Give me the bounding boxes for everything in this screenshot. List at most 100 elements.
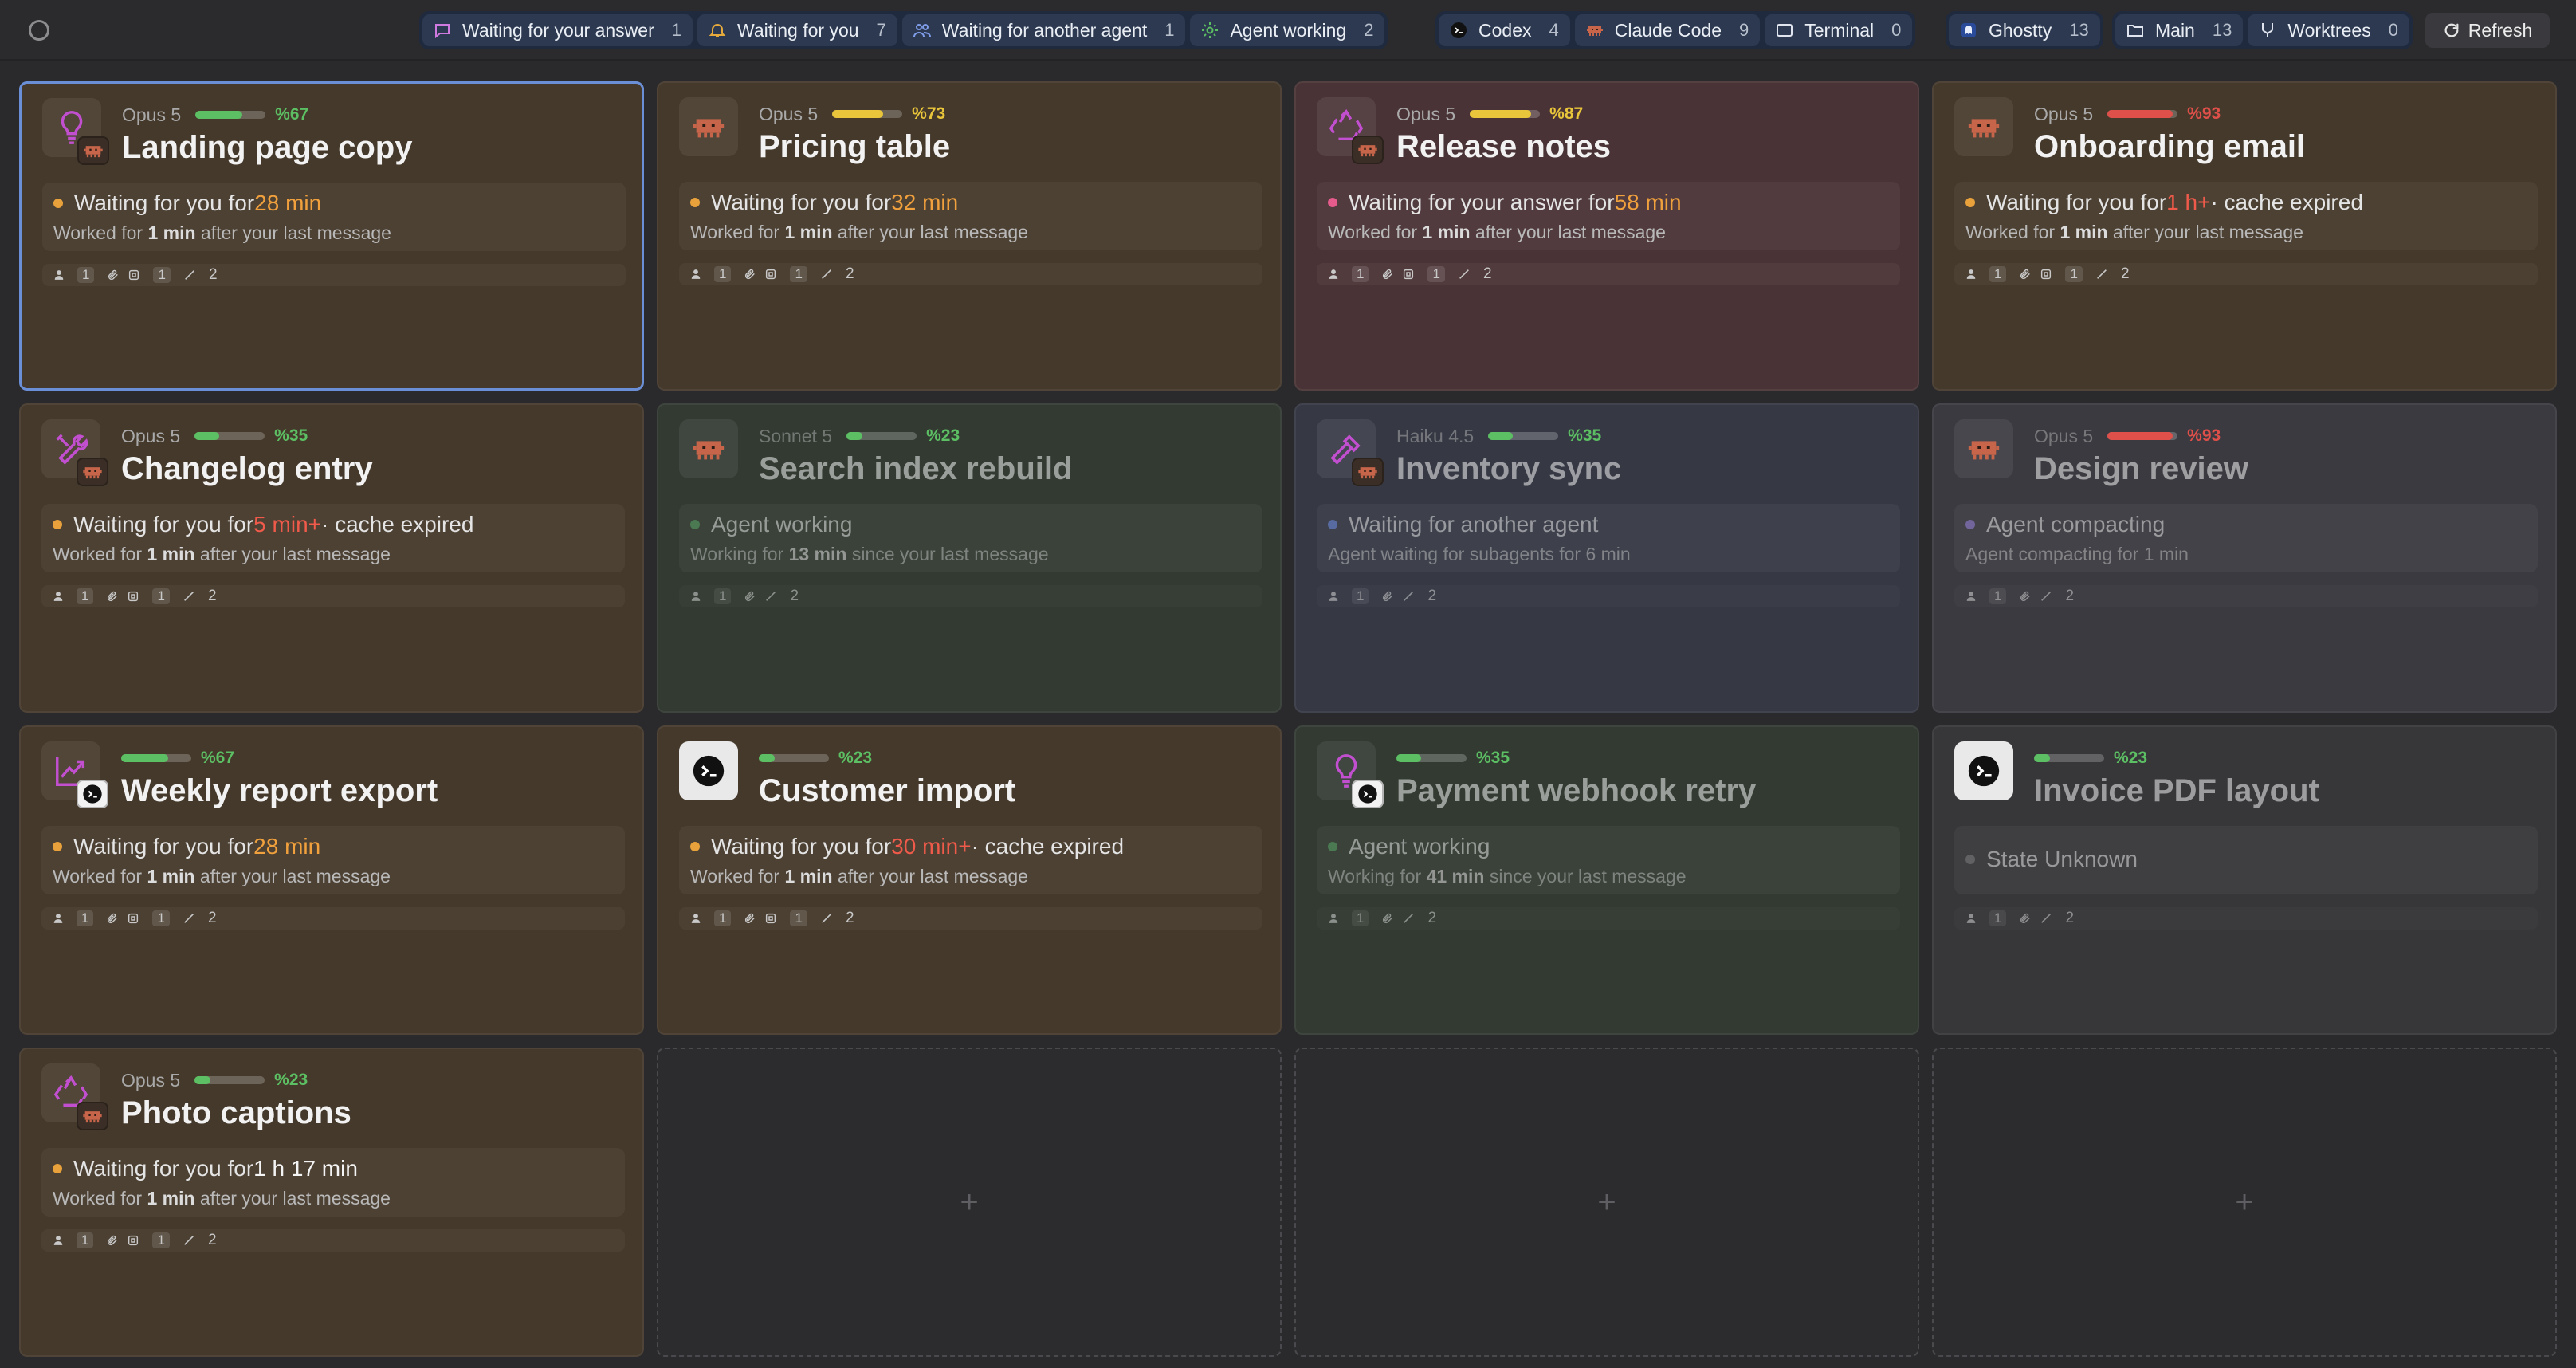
session-card[interactable]: Opus 5 %23 Photo captions Waiting for you f… [19,1048,644,1357]
person-icon [1965,269,1977,280]
chip-count: 13 [2212,20,2232,40]
card-title: Design review [2034,451,2249,486]
session-card[interactable]: Opus 5 %35 Changelog entry Waiting for you … [19,403,644,713]
card-title: Weekly report export [121,773,438,808]
pencil-icon [2095,268,2108,281]
session-card[interactable]: %67 Weekly report export Waiting for you f… [19,725,644,1035]
pencil-icon [2040,590,2052,603]
gear-icon [1200,20,1220,41]
context-percent: %93 [2187,104,2221,123]
status-text: Waiting for your answer for [1349,190,1615,214]
filter-chip-waiting-for-your-answer[interactable]: Waiting for your answer 1 [422,14,693,46]
chip-label: Waiting for another agent [941,19,1148,41]
add-session-slot[interactable]: + [1932,1048,2557,1357]
filter-chip-terminal[interactable]: Terminal 0 [1765,14,1913,46]
filter-chip-worktrees[interactable]: Worktrees 0 [2248,14,2409,46]
context-percent: %73 [912,104,946,123]
session-card[interactable]: Opus 5 %67 Landing page copy Waiting for yo… [19,81,644,391]
chip-label: Ghostty [1989,19,2052,41]
status-line: Waiting for you for 1 h 17 min [53,1156,358,1181]
person-count: 1 [1989,266,2007,282]
status-box: Waiting for you for 28 min Worked for 1 m… [42,183,626,251]
pencil-icon [2040,912,2052,925]
context-meter [832,110,903,118]
status-dot [53,1164,62,1173]
status-box: Agent working Working for 13 min since yo… [679,504,1262,572]
filter-chip-codex[interactable]: Codex 4 [1439,14,1570,46]
badge-row: 1 1 2 [1317,263,1900,285]
status-dot [1965,520,1975,529]
status-duration: 5 min+ [253,512,321,537]
paperclip-icon [1381,268,1394,281]
card-title: Payment webhook retry [1396,773,1757,808]
add-session-slot[interactable]: + [657,1048,1282,1357]
status-text: Waiting for you for [73,1156,254,1181]
context-percent: %35 [1568,427,1602,445]
context-meter [2107,110,2178,118]
claude-icon [77,1102,108,1130]
people-icon [912,20,933,41]
refresh-button[interactable]: Refresh [2425,13,2550,48]
edit-count: 2 [790,588,799,604]
box-count: 1 [790,910,807,926]
session-card[interactable]: Opus 5 %93 Design review Agent compacting Ag… [1932,403,2557,713]
detail-line: Agent compacting for 1 min [1965,544,2189,565]
meta-row: %35 [1396,746,1510,770]
detail-text: Agent compacting for 1 min [1965,544,2189,564]
meta-row: %23 [759,746,872,770]
detail-suffix: after your last message [2107,222,2303,242]
filter-chip-claude-code[interactable]: Claude Code 9 [1574,14,1761,46]
chip-label: Main [2155,19,2195,41]
edit-count: 2 [2065,588,2075,604]
claude-icon [1954,97,2013,156]
detail-text: Worked for [1328,222,1423,242]
session-card[interactable]: Opus 5 %87 Release notes Waiting for your a… [1294,81,1919,391]
session-card[interactable]: Sonnet 5 %23 Search index rebuild Agent wor… [657,403,1282,713]
session-card[interactable]: %23 Invoice PDF layout State Unknown 1 2 [1932,725,2557,1035]
session-card[interactable]: %23 Customer import Waiting for you for 30… [657,725,1282,1035]
status-line: Waiting for another agent [1328,512,1598,537]
meta-row: %67 [121,746,234,770]
session-card[interactable]: Opus 5 %93 Onboarding email Waiting for you… [1932,81,2557,391]
codex-icon [77,780,108,808]
status-line: Waiting for you for 28 min [53,191,321,216]
status-line: Agent working [690,512,852,537]
badge-row: 12 [679,585,1262,607]
detail-line: Worked for 1 min after your last message [1965,222,2303,243]
chip-group: Main 13 Worktrees 0 [2112,11,2413,49]
edit-count: 2 [1482,265,1492,282]
edit-count: 2 [1427,588,1437,604]
status-text: Agent working [711,512,853,537]
ghostty-icon [1958,20,1979,41]
chip-group: Codex 4 Claude Code 9 Terminal 0 [1435,11,1916,49]
edit-count: 2 [207,910,217,926]
filter-chip-ghostty[interactable]: Ghostty 13 [1949,14,2100,46]
detail-line: Worked for 1 min after your last message [53,1188,391,1209]
status-suffix: · cache expired [321,512,474,537]
detail-text: Working for [690,544,789,564]
card-title: Search index rebuild [759,451,1073,486]
status-text: Agent working [1349,834,1490,859]
session-card[interactable]: Haiku 4.5 %35 Inventory sync Waiting for an… [1294,403,1919,713]
add-session-slot[interactable]: + [1294,1048,1919,1357]
chip-label: Terminal [1804,19,1875,41]
status-dot [1965,198,1975,207]
detail-text: Worked for [1965,222,2060,242]
filter-chip-waiting-for-another-agent[interactable]: Waiting for another agent 1 [901,14,1186,46]
filter-chip-main[interactable]: Main 13 [2115,14,2244,46]
detail-suffix: after your last message [194,544,391,564]
card-title: Invoice PDF layout [2034,773,2319,808]
detail-suffix: after your last message [194,1188,391,1209]
session-card[interactable]: %35 Payment webhook retry Agent working Wor… [1294,725,1919,1035]
circle-icon[interactable] [29,20,49,41]
status-dot [1328,520,1337,529]
meta-row: Opus 5 %23 [121,1068,308,1092]
card-title: Customer import [759,773,1016,808]
context-percent: %67 [201,749,235,767]
badge-row: 12 [1954,907,2538,930]
status-text: Agent compacting [1986,512,2166,537]
session-card[interactable]: Opus 5 %73 Pricing table Waiting for you fo… [657,81,1282,391]
filter-chip-agent-working[interactable]: Agent working 2 [1190,14,1385,46]
filter-chip-waiting-for-you[interactable]: Waiting for you 7 [697,14,897,46]
chip-label: Waiting for your answer [462,19,654,41]
